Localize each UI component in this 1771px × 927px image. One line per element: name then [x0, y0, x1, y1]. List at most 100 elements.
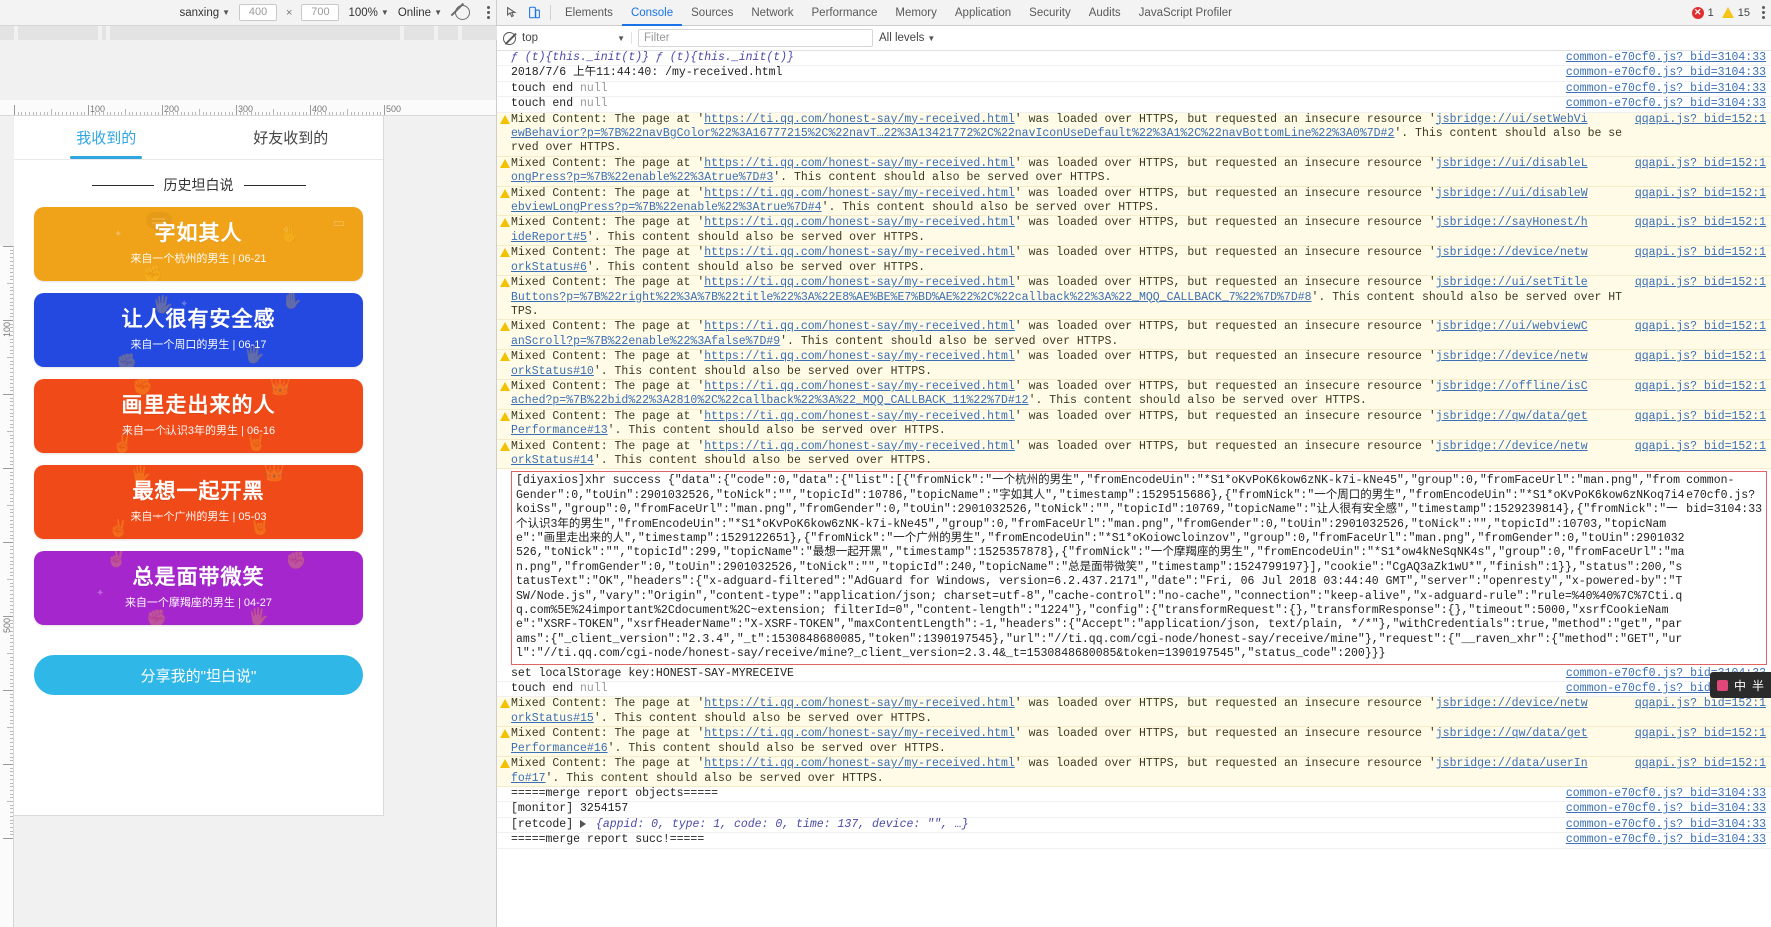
- resource-url-link-cont[interactable]: orkStatus#15: [511, 712, 594, 725]
- console-source-link[interactable]: common-e70cf0.js? bid=3104:33: [1566, 66, 1771, 80]
- tab-sources[interactable]: Sources: [682, 0, 742, 26]
- clear-console-icon[interactable]: [503, 31, 516, 45]
- page-url-link[interactable]: https://ti.qq.com/honest-say/my-received…: [704, 757, 1015, 770]
- page-url-link[interactable]: https://ti.qq.com/honest-say/my-received…: [704, 440, 1015, 453]
- execution-context-select[interactable]: top ▼: [522, 32, 632, 44]
- inspect-element-icon[interactable]: [501, 3, 523, 23]
- page-url-link[interactable]: https://ti.qq.com/honest-say/my-received…: [704, 410, 1015, 423]
- share-button[interactable]: 分享我的"坦白说": [34, 655, 363, 695]
- console-log-row[interactable]: touch end null common-e70cf0.js? bid=3104…: [497, 97, 1771, 113]
- list-item[interactable]: ✊ 👑 ✌ 🤘 ✦ 画里走出来的人 来自一个认识3年的男生 | 06-16: [34, 379, 363, 453]
- warning-count[interactable]: 15: [1738, 7, 1750, 19]
- console-source-link[interactable]: qqapi.js? bid=152:1: [1635, 276, 1771, 290]
- console-source-link[interactable]: common-e70cf0.js? bid=3104:33: [1566, 51, 1771, 65]
- list-item[interactable]: ✦ ✧ ✋ ✊ ▭ 字如其人 来自一个杭州的男生 | 06-21: [34, 207, 363, 281]
- log-level-select[interactable]: All levels ▼: [879, 32, 935, 44]
- tab-console[interactable]: Console: [622, 0, 682, 26]
- console-source-link[interactable]: qqapi.js? bid=152:1: [1635, 113, 1771, 127]
- resource-url-link-cont[interactable]: orkStatus#14: [511, 454, 594, 467]
- console-source-link[interactable]: common-e70cf0.js? bid=3104:33: [1566, 787, 1771, 801]
- console-source-link[interactable]: qqapi.js? bid=152:1: [1635, 380, 1771, 394]
- console-source-link[interactable]: qqapi.js? bid=152:1: [1635, 410, 1771, 424]
- console-log-row[interactable]: touch end null common-e70cf0.js? bid=3104…: [497, 82, 1771, 98]
- device-width-input[interactable]: 400: [239, 4, 278, 21]
- resource-url-link[interactable]: jsbridge://ui/disableW: [1436, 187, 1588, 200]
- resource-url-link[interactable]: jsbridge://device/netw: [1436, 246, 1588, 259]
- console-warning-row[interactable]: Mixed Content: The page at 'https://ti.q…: [497, 757, 1771, 787]
- no-throttling-icon[interactable]: [455, 5, 470, 20]
- console-log-row[interactable]: =====merge report succ!===== common-e70cf…: [497, 833, 1771, 849]
- console-log-row[interactable]: 2018/7/6 上午11:44:40: /my-received.html co…: [497, 66, 1771, 82]
- resource-url-link[interactable]: jsbridge://qw/data/get: [1436, 727, 1588, 740]
- console-source-link[interactable]: qqapi.js? bid=152:1: [1635, 697, 1771, 711]
- tab-audits[interactable]: Audits: [1080, 0, 1130, 26]
- tab-elements[interactable]: Elements: [556, 0, 622, 26]
- console-source-link[interactable]: common-e70cf0.js? bid=3104:33: [1566, 97, 1771, 111]
- device-select[interactable]: sanxing ▼: [179, 7, 230, 19]
- console-source-link[interactable]: qqapi.js? bid=152:1: [1635, 440, 1771, 454]
- console-source-link[interactable]: qqapi.js? bid=152:1: [1635, 216, 1771, 230]
- console-source-link[interactable]: qqapi.js? bid=152:1: [1635, 350, 1771, 364]
- toggle-device-toolbar-icon[interactable]: [523, 3, 545, 23]
- tab-friend-received[interactable]: 好友收到的: [199, 116, 384, 159]
- console-warning-row[interactable]: Mixed Content: The page at 'https://ti.q…: [497, 439, 1771, 470]
- console-log-row[interactable]: [retcode] {appid: 0, type: 1, code: 0, t…: [497, 818, 1771, 834]
- resource-url-link-cont[interactable]: ebviewLongPress?p=%7B%22enable%22%3Atrue…: [511, 201, 822, 214]
- tab-application[interactable]: Application: [946, 0, 1020, 26]
- list-item[interactable]: 🖐 ✦ ✋ ✊ 🖐 让人很有安全感 来自一个周口的男生 | 06-17: [34, 293, 363, 367]
- console-source-link[interactable]: common-e70cf0.js? bid=3104:33: [1566, 802, 1771, 816]
- device-viewport[interactable]: 我收到的 好友收到的 历史坦白说 ✦ ✧ ✋ ✊ ▭ 字如其人 来自一个杭州的男…: [14, 116, 384, 816]
- resource-url-link[interactable]: jsbridge://data/userIn: [1436, 757, 1588, 770]
- console-source-link[interactable]: qqapi.js? bid=152:1: [1635, 727, 1771, 741]
- console-warning-row[interactable]: Mixed Content: The page at 'https://ti.q…: [497, 409, 1771, 440]
- resource-url-link-cont[interactable]: anScroll?p=%7B%22enable%22%3Afalse%7D#9: [511, 335, 780, 348]
- console-source-link[interactable]: common-e70cf0.js? bid=3104:33: [1566, 818, 1771, 832]
- resource-url-link[interactable]: jsbridge://device/netw: [1436, 697, 1588, 710]
- console-source-link[interactable]: common-e70cf0.js? bid=3104:33: [1686, 474, 1762, 517]
- tab-memory[interactable]: Memory: [886, 0, 946, 26]
- resource-url-link[interactable]: jsbridge://qw/data/get: [1436, 410, 1588, 423]
- console-warning-row[interactable]: Mixed Content: The page at 'https://ti.q…: [497, 156, 1771, 187]
- console-log-row[interactable]: ƒ (t){this._init(t)} ƒ (t){this._init(t)…: [497, 51, 1771, 67]
- resource-url-link[interactable]: jsbridge://ui/setTitle: [1436, 276, 1588, 289]
- list-item[interactable]: ✌ ✊ ✊ 🖐 ✦ ✧ 总是面带微笑 来自一个摩羯座的男生 | 04-27: [34, 551, 363, 625]
- page-url-link[interactable]: https://ti.qq.com/honest-say/my-received…: [704, 380, 1015, 393]
- console-warning-row[interactable]: Mixed Content: The page at 'https://ti.q…: [497, 246, 1771, 277]
- page-url-link[interactable]: https://ti.qq.com/honest-say/my-received…: [704, 276, 1015, 289]
- console-warning-row[interactable]: Mixed Content: The page at 'https://ti.q…: [497, 320, 1771, 351]
- expand-object-icon[interactable]: [580, 819, 587, 828]
- tab-security[interactable]: Security: [1020, 0, 1080, 26]
- console-xhr-response-row[interactable]: [diyaxios]xhr success {"data":{"code":0,…: [511, 471, 1767, 665]
- resource-url-link[interactable]: jsbridge://ui/disableL: [1436, 157, 1588, 170]
- console-warning-row[interactable]: Mixed Content: The page at 'https://ti.q…: [497, 697, 1771, 728]
- kebab-menu-icon[interactable]: [487, 6, 490, 19]
- resource-url-link[interactable]: jsbridge://device/netw: [1436, 350, 1588, 363]
- resource-url-link-cont[interactable]: ongPress?p=%7B%22enable%22%3Atrue%7D#3: [511, 171, 773, 184]
- console-source-link[interactable]: qqapi.js? bid=152:1: [1635, 246, 1771, 260]
- page-url-link[interactable]: https://ti.qq.com/honest-say/my-received…: [704, 727, 1015, 740]
- list-item[interactable]: 🖐 👑 ✌ 🤘 ✦ 最想一起开黑 来自一个广州的男生 | 05-03: [34, 465, 363, 539]
- console-log-row[interactable]: set localStorage key:HONEST-SAY-MYRECEIV…: [497, 667, 1771, 683]
- console-log-row[interactable]: touch end null common-e70cf0.js? bid=3104…: [497, 682, 1771, 698]
- zoom-select[interactable]: 100% ▼: [348, 7, 388, 19]
- console-log-row[interactable]: =====merge report objects===== common-e70…: [497, 787, 1771, 803]
- page-url-link[interactable]: https://ti.qq.com/honest-say/my-received…: [704, 113, 1015, 126]
- resource-url-link-cont[interactable]: orkStatus#6: [511, 261, 587, 274]
- page-url-link[interactable]: https://ti.qq.com/honest-say/my-received…: [704, 697, 1015, 710]
- tab-my-received[interactable]: 我收到的: [14, 116, 199, 159]
- resource-url-link[interactable]: jsbridge://offline/isC: [1436, 380, 1588, 393]
- console-warning-row[interactable]: Mixed Content: The page at 'https://ti.q…: [497, 727, 1771, 758]
- page-url-link[interactable]: https://ti.qq.com/honest-say/my-received…: [704, 350, 1015, 363]
- console-source-link[interactable]: qqapi.js? bid=152:1: [1635, 320, 1771, 334]
- console-filter-input[interactable]: [638, 29, 873, 47]
- resource-url-link[interactable]: jsbridge://ui/setWebVi: [1436, 113, 1588, 126]
- error-count[interactable]: 1: [1708, 7, 1714, 19]
- console-warning-row[interactable]: Mixed Content: The page at 'https://ti.q…: [497, 186, 1771, 217]
- resource-url-link-cont[interactable]: Performance#16: [511, 742, 608, 755]
- tab-performance[interactable]: Performance: [803, 0, 887, 26]
- console-source-link[interactable]: qqapi.js? bid=152:1: [1635, 187, 1771, 201]
- console-warning-row[interactable]: Mixed Content: The page at 'https://ti.q…: [497, 112, 1771, 157]
- network-throttle-select[interactable]: Online ▼: [398, 7, 442, 19]
- page-url-link[interactable]: https://ti.qq.com/honest-say/my-received…: [704, 157, 1015, 170]
- console-warning-row[interactable]: Mixed Content: The page at 'https://ti.q…: [497, 276, 1771, 321]
